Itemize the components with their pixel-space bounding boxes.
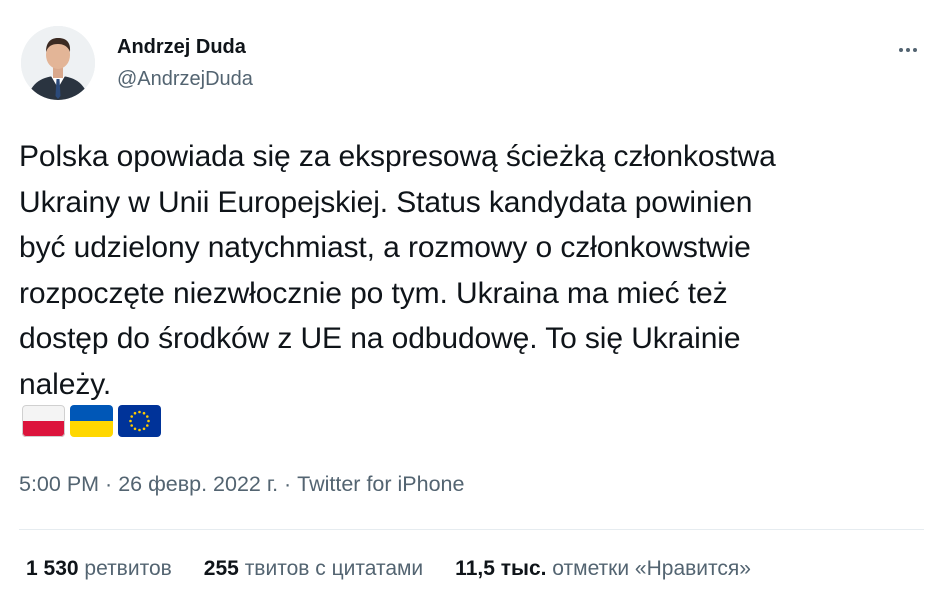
retweets-stat[interactable]: 1 530 ретвитов: [26, 557, 172, 581]
flag-poland-icon: [22, 405, 65, 437]
retweets-count: 1 530: [26, 557, 79, 580]
flag-eu-icon: [118, 405, 161, 437]
quotes-stat[interactable]: 255 твитов с цитатами: [204, 557, 423, 581]
tweet-text: Polska opowiada się za ekspresową ścieżk…: [19, 134, 929, 407]
flag-ukraine-icon: [70, 405, 113, 437]
likes-stat[interactable]: 11,5 тыс. отметки «Нравится»: [455, 557, 751, 581]
tweet-line: Ukrainy w Unii Europejskiej. Status kand…: [19, 185, 753, 219]
tweet-stats: 1 530 ретвитов 255 твитов с цитатами 11,…: [26, 557, 783, 581]
tweet-line: dostęp do środków z UE na odbudowę. To s…: [19, 322, 741, 355]
tweet-source[interactable]: Twitter for iPhone: [297, 472, 464, 496]
author-name[interactable]: Andrzej Duda: [117, 36, 246, 59]
likes-count: 11,5 тыс.: [455, 557, 547, 580]
tweet-line: Polska opowiada się za ekspresową ścieżk…: [19, 140, 776, 173]
retweets-label: ретвитов: [84, 557, 172, 580]
dot: [906, 48, 910, 52]
tweet-date[interactable]: 26 февр. 2022 г.: [118, 472, 278, 496]
tweet-time[interactable]: 5:00 PM: [19, 472, 99, 496]
dot: [913, 48, 917, 52]
meta-separator: ·: [99, 472, 119, 496]
tweet-line: rozpoczęte niezwłocznie po tym. Ukraina …: [19, 276, 728, 310]
more-options-icon[interactable]: [888, 36, 928, 64]
meta-separator: ·: [278, 472, 298, 496]
avatar[interactable]: [21, 26, 95, 100]
emoji-row: [22, 405, 161, 437]
likes-label: отметки «Нравится»: [552, 557, 751, 580]
tweet-meta: 5:00 PM · 26 февр. 2022 г. · Twitter for…: [19, 472, 464, 497]
tweet-line: należy.: [19, 367, 112, 401]
quotes-label: твитов с цитатами: [244, 557, 424, 580]
tweet-line: być udzielony natychmiast, a rozmowy o c…: [19, 231, 751, 264]
divider: [19, 529, 924, 530]
author-handle[interactable]: @AndrzejDuda: [117, 68, 253, 91]
dot: [899, 48, 903, 52]
quotes-count: 255: [203, 557, 239, 580]
